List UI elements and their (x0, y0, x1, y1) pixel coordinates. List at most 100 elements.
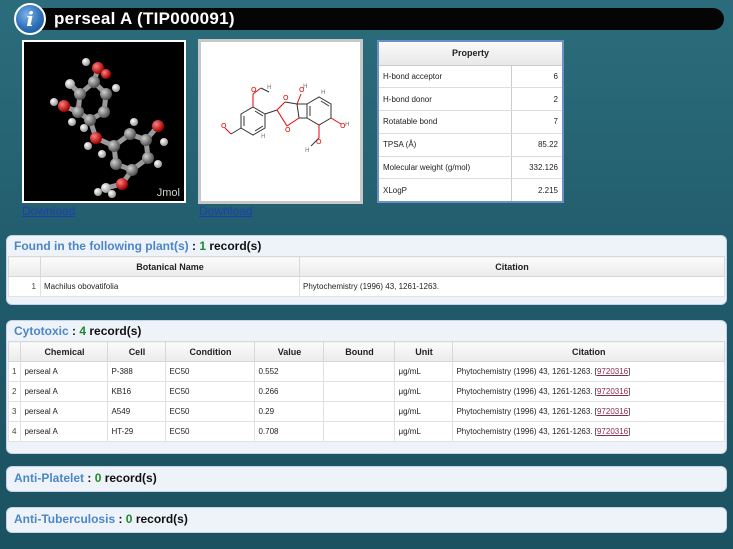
table-row[interactable]: 1 Machilus obovatifolia Phytochemistry (… (8, 276, 725, 297)
molecule-3d-model (50, 58, 168, 198)
svg-text:H: H (303, 83, 308, 90)
pubmed-link[interactable]: 9720316 (597, 387, 628, 396)
column-header-condition[interactable]: Condition (165, 341, 256, 362)
property-row: XLogP 2.215 (378, 178, 563, 203)
svg-text:H: H (345, 121, 350, 128)
plants-panel: Found in the following plant(s) : 1 reco… (6, 235, 727, 305)
cell-line-cell: A549 (107, 401, 167, 422)
structure-2d-image: OOO OOO O HHH HHH (198, 39, 363, 204)
cell-line-cell: P-388 (107, 361, 167, 382)
plants-table: Botanical Name Citation 1 Machilus obova… (8, 256, 725, 297)
column-header-citation[interactable]: Citation (452, 341, 725, 362)
anti-tuberculosis-heading: Anti-Tuberculosis : 0 record(s) (7, 508, 726, 528)
table-row[interactable]: 4 perseal A HT-29 EC50 0.708 μg/mL Phyto… (7, 421, 725, 442)
svg-text:H: H (261, 133, 266, 140)
row-index: 3 (7, 401, 22, 422)
table-row[interactable]: 2 perseal A KB16 EC50 0.266 μg/mL Phytoc… (7, 381, 725, 402)
svg-text:H: H (267, 84, 272, 91)
column-header-value[interactable]: Value (254, 341, 325, 362)
unit-cell: μg/mL (394, 401, 454, 422)
svg-text:H: H (305, 147, 310, 154)
value-cell: 0.29 (254, 401, 325, 422)
chemical-cell: perseal A (20, 361, 109, 382)
property-label: TPSA (Å) (378, 133, 511, 157)
property-value: 2.215 (510, 178, 563, 203)
cell-line-cell: HT-29 (107, 421, 167, 442)
unit-cell: μg/mL (394, 421, 454, 442)
row-index: 1 (8, 276, 41, 297)
table-row[interactable]: 3 perseal A A549 EC50 0.29 μg/mL Phytoch… (7, 401, 725, 422)
chemical-cell: perseal A (20, 381, 109, 402)
row-index: 2 (7, 381, 22, 402)
unit-cell: μg/mL (394, 381, 454, 402)
column-header-bound[interactable]: Bound (323, 341, 396, 362)
citation-close: ] (628, 387, 631, 396)
column-header-citation[interactable]: Citation (299, 256, 725, 277)
citation-cell: Phytochemistry (1996) 43, 1261-1263. [97… (452, 421, 725, 442)
anti-tuberculosis-records-label: record(s) (132, 512, 188, 526)
unit-cell: μg/mL (394, 361, 454, 382)
svg-text:O: O (251, 86, 257, 94)
property-value: 7 (510, 110, 563, 134)
property-table: Property H-bond acceptor 6 H-bond donor … (377, 40, 564, 203)
download-2d-link[interactable]: Download (199, 204, 252, 218)
cytotoxic-panel: Cytotoxic : 4 record(s) Chemical Cell Co… (6, 320, 727, 454)
anti-platelet-heading: Anti-Platelet : 0 record(s) (7, 467, 726, 487)
column-header-cell[interactable]: Cell (107, 341, 167, 362)
molecule-2d-drawing: OOO OOO O H HH HHH (221, 83, 350, 154)
citation-text: Phytochemistry (1996) 43, 1261-1263. [ (456, 407, 597, 416)
anti-tuberculosis-title: Anti-Tuberculosis (14, 512, 116, 526)
plants-records-label: record(s) (206, 239, 262, 253)
row-index: 4 (7, 421, 22, 442)
bound-cell (323, 381, 396, 402)
property-row: H-bond donor 2 (378, 87, 563, 112)
column-header-index (8, 256, 41, 277)
plants-panel-heading: Found in the following plant(s) : 1 reco… (7, 236, 726, 256)
plants-separator: : (188, 239, 200, 253)
anti-platelet-title: Anti-Platelet (14, 471, 85, 485)
row-index: 1 (7, 361, 22, 382)
anti-platelet-records-label: record(s) (101, 471, 157, 485)
property-row: TPSA (Å) 85.22 (378, 133, 563, 157)
property-label: H-bond acceptor (378, 65, 511, 89)
citation-cell: Phytochemistry (1996) 43, 1261-1263. [97… (452, 401, 725, 422)
column-header-unit[interactable]: Unit (394, 341, 454, 362)
anti-tuberculosis-separator: : (115, 512, 126, 526)
cytotoxic-panel-heading: Cytotoxic : 4 record(s) (7, 321, 726, 341)
property-value: 2 (510, 87, 563, 112)
chemical-cell: perseal A (20, 421, 109, 442)
pubmed-link[interactable]: 9720316 (597, 407, 628, 416)
property-label: Rotatable bond (378, 110, 511, 134)
property-value: 332.126 (510, 156, 563, 180)
bound-cell (323, 401, 396, 422)
column-header-botanical-name[interactable]: Botanical Name (40, 256, 300, 277)
anti-tuberculosis-panel: Anti-Tuberculosis : 0 record(s) (6, 507, 727, 533)
download-3d-link[interactable]: Download (22, 204, 75, 218)
property-label: H-bond donor (378, 87, 511, 112)
condition-cell: EC50 (165, 361, 256, 382)
page-title: perseal A (TIP000091) (54, 9, 235, 28)
svg-text:O: O (221, 122, 227, 130)
svg-text:O: O (285, 126, 291, 134)
bound-cell (323, 361, 396, 382)
pubmed-link[interactable]: 9720316 (597, 427, 628, 436)
citation-close: ] (628, 407, 631, 416)
condition-cell: EC50 (165, 381, 256, 402)
citation-cell: Phytochemistry (1996) 43, 1261-1263. [97… (452, 361, 725, 382)
plants-count: 1 (199, 239, 206, 253)
cell-line-cell: KB16 (107, 381, 167, 402)
column-header-index (7, 341, 22, 362)
citation-close: ] (628, 427, 631, 436)
cytotoxic-title: Cytotoxic (14, 324, 69, 338)
property-row: Molecular weight (g/mol) 332.126 (378, 156, 563, 180)
table-row[interactable]: 1 perseal A P-388 EC50 0.552 μg/mL Phyto… (7, 361, 725, 382)
property-label: Molecular weight (g/mol) (378, 156, 511, 180)
value-cell: 0.552 (254, 361, 325, 382)
cytotoxic-table: Chemical Cell Condition Value Bound Unit… (7, 341, 725, 442)
column-header-chemical[interactable]: Chemical (20, 341, 109, 362)
svg-text:H: H (321, 89, 326, 96)
svg-text:O: O (283, 94, 289, 102)
jmol-3d-viewer[interactable]: Jmol (22, 40, 186, 203)
condition-cell: EC50 (165, 421, 256, 442)
pubmed-link[interactable]: 9720316 (597, 367, 628, 376)
